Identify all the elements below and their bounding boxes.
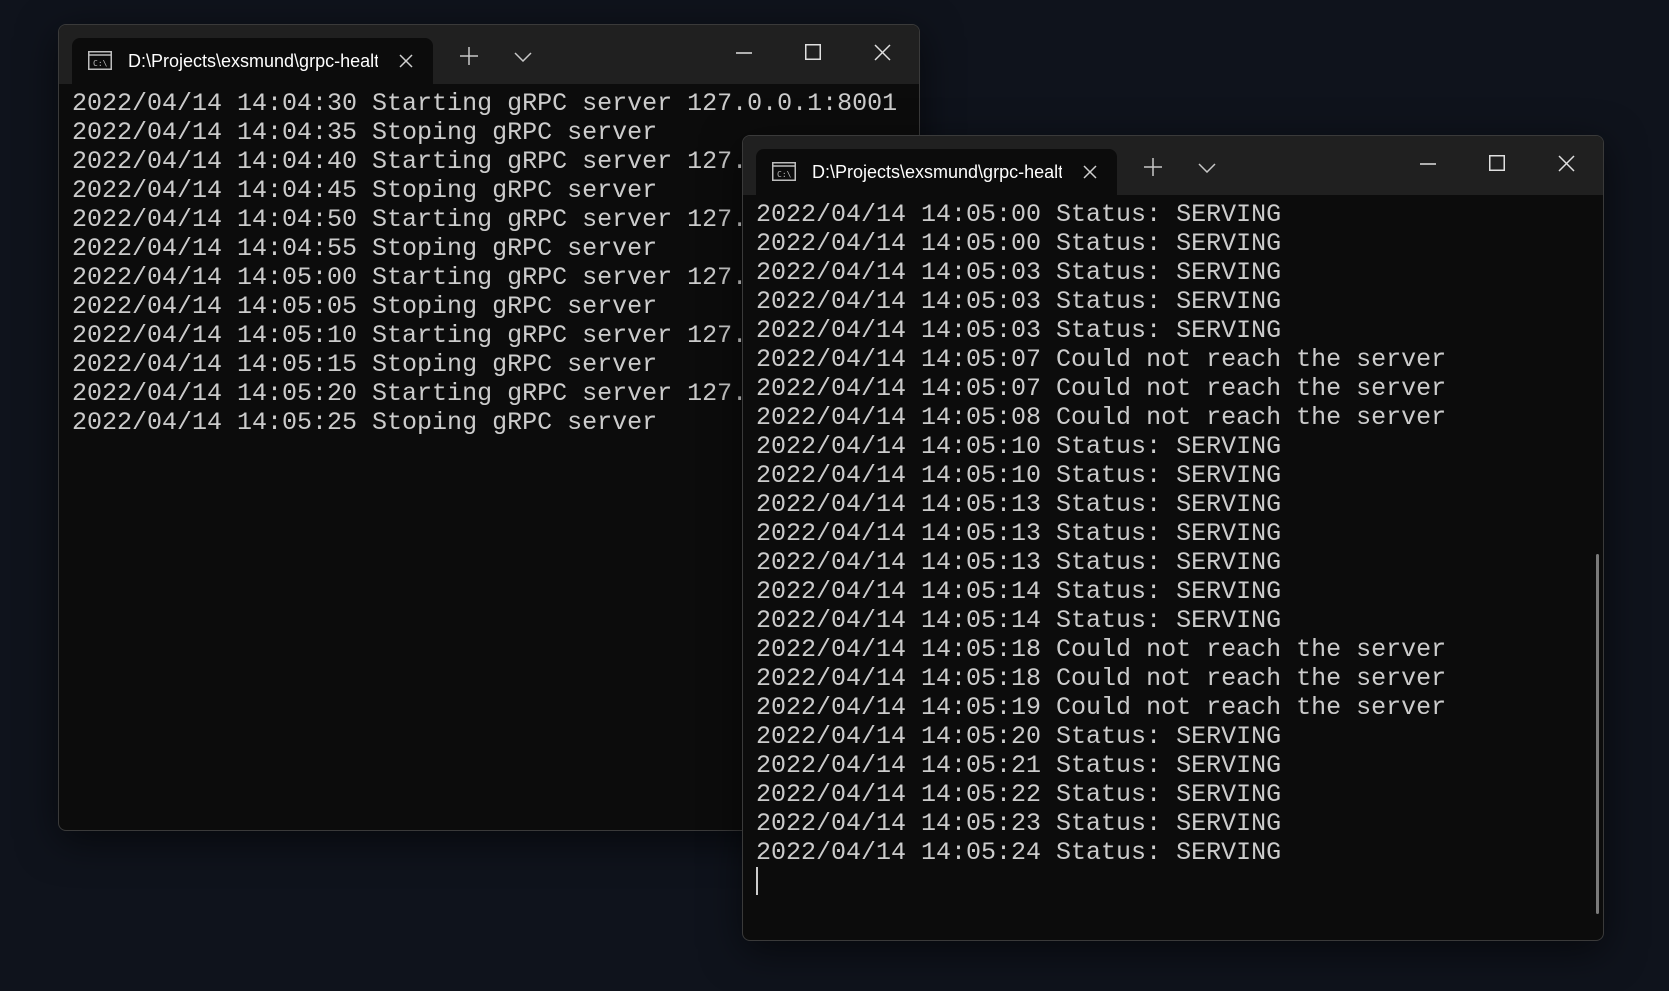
minimize-icon[interactable] [1420,163,1436,165]
close-icon[interactable] [874,44,891,61]
cmd-terminal-icon: C:\ [772,162,796,181]
terminal-line: 2022/04/14 14:04:30 Starting gRPC server… [72,89,898,118]
terminal-line: 2022/04/14 14:05:13 Status: SERVING [756,548,1282,577]
terminal-line: 2022/04/14 14:05:03 Status: SERVING [756,316,1282,345]
terminal-tab[interactable]: C:\ D:\Projects\exsmund\grpc-health-exam… [72,38,433,84]
scrollbar[interactable] [1596,554,1599,914]
maximize-icon[interactable] [805,44,821,60]
terminal-line: 2022/04/14 14:05:00 Status: SERVING [756,200,1282,229]
maximize-icon[interactable] [1489,155,1505,171]
terminal-line: 2022/04/14 14:05:23 Status: SERVING [756,809,1282,838]
terminal-line: 2022/04/14 14:05:14 Status: SERVING [756,577,1282,606]
terminal-line: 2022/04/14 14:05:14 Status: SERVING [756,606,1282,635]
terminal-line: 2022/04/14 14:05:00 Status: SERVING [756,229,1282,258]
terminal-line: 2022/04/14 14:05:19 Could not reach the … [756,693,1447,722]
terminal-line: 2022/04/14 14:05:07 Could not reach the … [756,374,1447,403]
terminal-line: 2022/04/14 14:05:03 Status: SERVING [756,258,1282,287]
terminal-line: 2022/04/14 14:05:10 Status: SERVING [756,461,1282,490]
terminal-line: 2022/04/14 14:05:18 Could not reach the … [756,664,1447,693]
chevron-down-icon[interactable] [514,52,532,62]
title-bar[interactable]: C:\ D:\Projects\exsmund\grpc-health-exam… [743,136,1603,195]
cmd-terminal-icon: C:\ [88,51,112,70]
prompt-line[interactable] [756,867,1591,896]
minimize-icon[interactable] [736,52,752,54]
terminal-line: 2022/04/14 14:05:10 Status: SERVING [756,432,1282,461]
terminal-line: 2022/04/14 14:05:13 Status: SERVING [756,490,1282,519]
chevron-down-icon[interactable] [1198,163,1216,173]
terminal-line: 2022/04/14 14:05:13 Status: SERVING [756,519,1282,548]
tab-title: D:\Projects\exsmund\grpc-health-example [812,162,1062,182]
client-terminal-window: C:\ D:\Projects\exsmund\grpc-health-exam… [742,135,1604,941]
terminal-line: 2022/04/14 14:05:22 Status: SERVING [756,780,1282,809]
tab-title: D:\Projects\exsmund\grpc-health-example [128,51,378,71]
svg-text:C:\: C:\ [93,59,108,68]
close-icon[interactable] [1558,155,1575,172]
terminal-output[interactable]: 2022/04/14 14:05:00 Status: SERVING 2022/… [756,200,1591,940]
terminal-line: 2022/04/14 14:05:03 Status: SERVING [756,287,1282,316]
terminal-line: 2022/04/14 14:05:18 Could not reach the … [756,635,1447,664]
terminal-line: 2022/04/14 14:05:24 Status: SERVING [756,838,1282,867]
terminal-line: 2022/04/14 14:05:20 Status: SERVING [756,722,1282,751]
svg-text:C:\: C:\ [777,170,792,179]
terminal-line: 2022/04/14 14:05:08 Could not reach the … [756,403,1447,432]
text-cursor [756,867,758,895]
plus-icon[interactable] [459,46,479,66]
terminal-line: 2022/04/14 14:05:07 Could not reach the … [756,345,1447,374]
close-icon[interactable] [1082,164,1098,180]
terminal-tab[interactable]: C:\ D:\Projects\exsmund\grpc-health-exam… [756,149,1117,195]
title-bar[interactable]: C:\ D:\Projects\exsmund\grpc-health-exam… [59,25,919,84]
terminal-line: 2022/04/14 14:05:21 Status: SERVING [756,751,1282,780]
close-icon[interactable] [398,53,414,69]
plus-icon[interactable] [1143,157,1163,177]
